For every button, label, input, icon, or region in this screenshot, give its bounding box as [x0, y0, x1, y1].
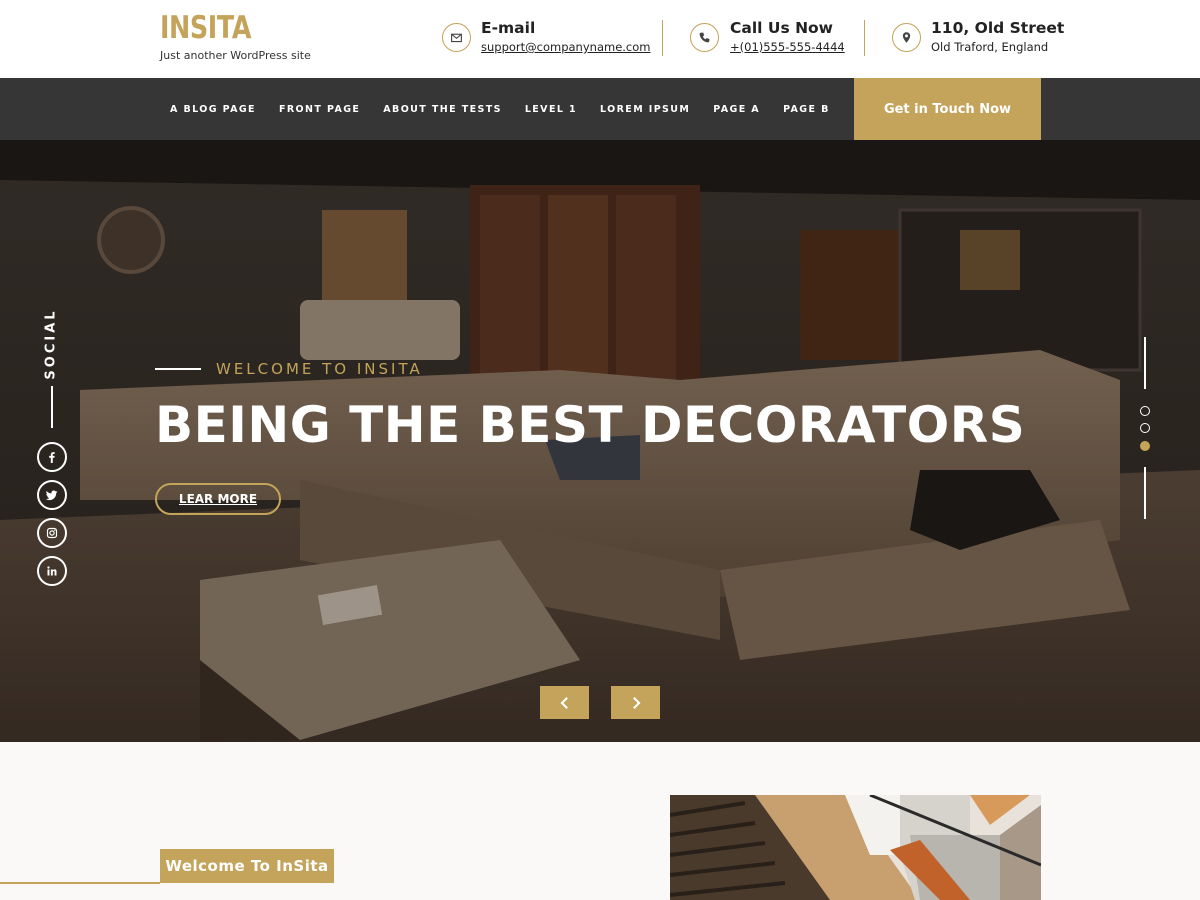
- instagram-icon[interactable]: [37, 518, 67, 548]
- hero-headline: BEING THE BEST DECORATORS: [155, 396, 1026, 454]
- contact-phone-link[interactable]: +(01)555-555-4444: [730, 40, 845, 54]
- envelope-icon: [442, 23, 471, 52]
- contact-address-title: 110, Old Street: [931, 19, 1065, 37]
- twitter-icon[interactable]: [37, 480, 67, 510]
- nav-item-about-the-tests[interactable]: ABOUT THE TESTS: [383, 104, 502, 115]
- about-heading: Welcome To InSita: [160, 849, 334, 883]
- contact-address-value: Old Traford, England: [931, 40, 1049, 54]
- facebook-icon[interactable]: [37, 442, 67, 472]
- nav-item-blog-page[interactable]: A BLOG PAGE: [170, 104, 256, 115]
- hero-welcome: WELCOME TO INSITA: [155, 360, 423, 378]
- social-divider: [51, 386, 53, 428]
- section-rule: [0, 882, 160, 884]
- learn-more-button[interactable]: LEAR MORE: [155, 483, 281, 515]
- slider-dot-2[interactable]: [1140, 423, 1150, 433]
- site-header: INSITA Just another WordPress site E-mai…: [0, 0, 1200, 78]
- slider-line-top: [1144, 337, 1146, 389]
- nav-item-level-1[interactable]: LEVEL 1: [525, 104, 577, 115]
- chevron-right-icon: [632, 696, 641, 709]
- map-pin-icon: [892, 23, 921, 52]
- nav-item-front-page[interactable]: FRONT PAGE: [279, 104, 360, 115]
- contact-email-title: E-mail: [481, 19, 536, 37]
- welcome-line: [155, 368, 201, 370]
- nav-item-lorem-ipsum[interactable]: LOREM IPSUM: [600, 104, 690, 115]
- get-in-touch-button[interactable]: Get in Touch Now: [854, 78, 1041, 140]
- slider-dot-1[interactable]: [1140, 406, 1150, 416]
- header-divider: [864, 20, 865, 56]
- prev-slide-button[interactable]: [540, 686, 589, 719]
- hero-slider: SOCIAL WELCOME TO INSITA BEING THE BEST …: [0, 140, 1200, 742]
- main-navigation: A BLOG PAGE FRONT PAGE ABOUT THE TESTS L…: [0, 78, 1200, 140]
- contact-phone-title: Call Us Now: [730, 19, 834, 37]
- phone-icon: [690, 23, 719, 52]
- nav-item-page-a[interactable]: PAGE A: [713, 104, 760, 115]
- slider-dot-3[interactable]: [1140, 441, 1150, 451]
- nav-item-page-b[interactable]: PAGE B: [783, 104, 830, 115]
- header-divider: [662, 20, 663, 56]
- linkedin-icon[interactable]: [37, 556, 67, 586]
- contact-email-link[interactable]: support@companyname.com: [481, 40, 651, 54]
- about-image: [670, 795, 1041, 900]
- slider-line-bottom: [1144, 467, 1146, 519]
- next-slide-button[interactable]: [611, 686, 660, 719]
- site-logo[interactable]: INSITA: [160, 10, 251, 46]
- social-label: SOCIAL: [43, 308, 59, 380]
- chevron-left-icon: [559, 696, 568, 709]
- site-tagline: Just another WordPress site: [160, 49, 311, 62]
- hero-welcome-text: WELCOME TO INSITA: [216, 360, 423, 378]
